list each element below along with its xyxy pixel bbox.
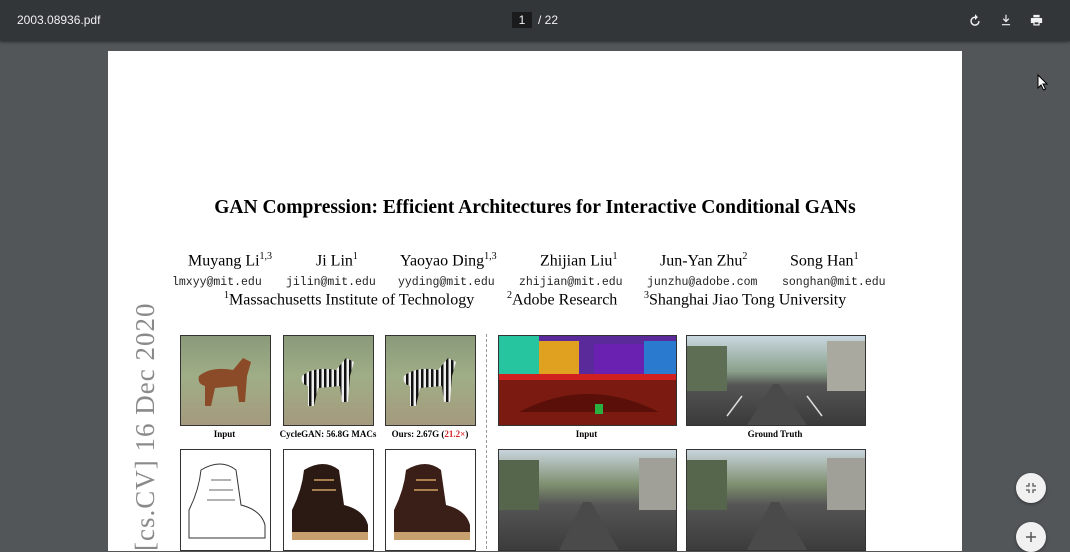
paper-title: GAN Compression: Efficient Architectures… [214,197,856,218]
street-output-image-2 [686,449,866,551]
rotate-button[interactable] [966,11,984,29]
caption-input: Input [213,429,236,439]
author-email: jilin@mit.edu [286,276,376,289]
print-button[interactable] [1027,11,1045,29]
zoom-in-icon [1026,532,1036,542]
street-output-image-1 [498,449,677,551]
page-selector: / 22 [512,12,558,28]
fit-page-button[interactable] [1016,473,1046,503]
segmentation-input-image [498,335,677,426]
author-email: zhijian@mit.edu [519,276,623,289]
author-name: Jun-Yan Zhu2 [660,251,748,270]
mouse-cursor-icon [1037,74,1049,91]
affiliation: 1Massachusetts Institute of Technology [224,290,475,309]
author-name: Muyang Li1,3 [188,251,273,270]
rotate-icon [970,14,980,26]
horse-input-image [180,335,271,426]
pdf-page: GAN Compression: Efficient Architectures… [108,51,962,551]
caption-ours: Ours: 2.67G (21.2×) [391,429,469,439]
cyclegan-shoe-image [283,449,374,551]
author-email: songhan@mit.edu [782,276,886,289]
caption-ground-truth: Ground Truth [747,429,803,439]
page-number-input[interactable] [512,12,532,28]
author-email: yyding@mit.edu [398,276,495,289]
affiliation: 3Shanghai Jiao Tong University [644,290,847,309]
ours-shoe-image [385,449,476,551]
pdf-toolbar: 2003.08936.pdf / 22 [0,0,1070,41]
caption-cyclegan: CycleGAN: 56.8G MACs [279,429,377,439]
page-total: / 22 [538,13,559,27]
cyclegan-zebra-image [283,335,374,426]
caption-input-seg: Input [575,429,598,439]
fit-page-icon [1026,483,1036,493]
print-icon [1030,14,1042,25]
affiliation: 2Adobe Research [507,290,618,309]
author-name: Song Han1 [790,251,859,270]
figure-divider [486,334,487,551]
author-name: Ji Lin1 [316,251,358,270]
ground-truth-image [686,335,866,426]
ours-zebra-image [385,335,476,426]
author-email: lmxyy@mit.edu [172,276,262,289]
download-icon [1001,14,1011,26]
download-button[interactable] [997,11,1015,29]
document-title: 2003.08936.pdf [17,13,101,27]
author-name: Yaoyao Ding1,3 [400,251,497,270]
arxiv-stamp: [cs.CV] 16 Dec 2020 [130,302,160,551]
author-name: Zhijian Liu1 [540,251,618,270]
shoe-edge-image [180,449,271,551]
author-email: junzhu@adobe.com [647,276,758,289]
zoom-in-button[interactable] [1016,522,1046,552]
